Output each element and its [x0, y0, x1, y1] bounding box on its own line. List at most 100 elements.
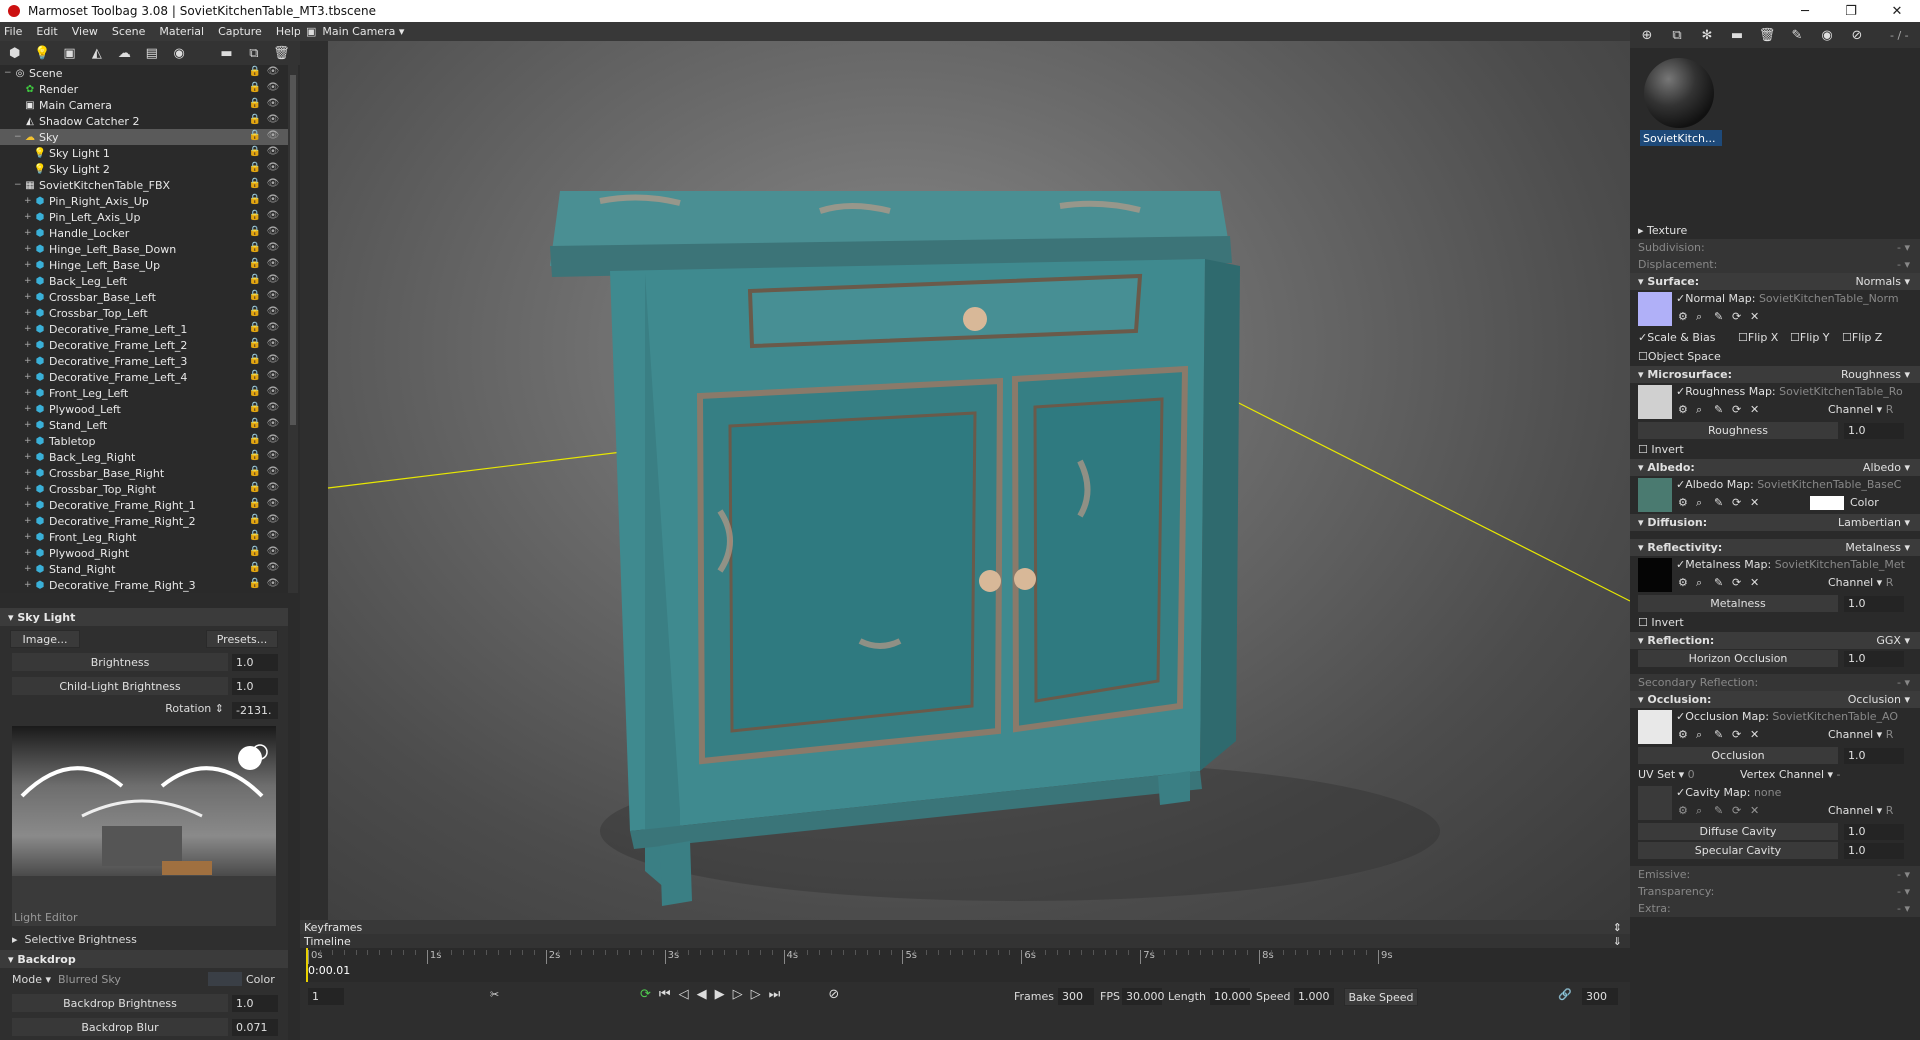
- expand-icon[interactable]: +: [24, 196, 34, 206]
- lock-icon[interactable]: 🔒: [248, 274, 262, 285]
- eye-icon[interactable]: 👁: [266, 418, 280, 429]
- eye-icon[interactable]: 👁: [266, 274, 280, 285]
- occlusion-slider[interactable]: Occlusion: [1638, 747, 1838, 764]
- expand-icon[interactable]: +: [24, 212, 34, 222]
- emissive-section[interactable]: Emissive: - ▾: [1630, 866, 1920, 883]
- transparency-section[interactable]: Transparency: - ▾: [1630, 883, 1920, 900]
- expand-icon[interactable]: +: [24, 452, 34, 462]
- outliner-item[interactable]: + ⬢ Crossbar_Top_Right 🔒 👁: [0, 481, 288, 497]
- cavity-map-swatch[interactable]: [1638, 786, 1672, 820]
- albedo-color-swatch[interactable]: [1810, 496, 1844, 510]
- frame-field[interactable]: 1: [308, 988, 344, 1005]
- expand-icon[interactable]: +: [24, 324, 34, 334]
- outliner-item[interactable]: 💡 Sky Light 1 🔒 👁: [0, 145, 288, 161]
- eye-icon[interactable]: 👁: [266, 546, 280, 557]
- backdrop-color-swatch[interactable]: [208, 972, 242, 986]
- child-light-brightness-value[interactable]: 1.0: [232, 678, 278, 695]
- gear-icon[interactable]: ⚙: [1678, 403, 1696, 417]
- lock-icon[interactable]: 🔒: [248, 178, 262, 189]
- expand-icon[interactable]: +: [24, 388, 34, 398]
- outliner-item[interactable]: + ⬢ Back_Leg_Left 🔒 👁: [0, 273, 288, 289]
- search-icon[interactable]: ⌕: [1696, 496, 1714, 510]
- outliner-item[interactable]: 💡 Sky Light 2 🔒 👁: [0, 161, 288, 177]
- prev-frame-icon[interactable]: ◀: [697, 987, 707, 1002]
- duplicate-material-icon[interactable]: ⧉: [1668, 26, 1686, 44]
- outliner-item[interactable]: ✿ Render 🔒 👁: [0, 81, 288, 97]
- outliner-item[interactable]: + ⬢ Plywood_Left 🔒 👁: [0, 401, 288, 417]
- uv-set-select[interactable]: UV Set ▾ 0: [1638, 768, 1695, 781]
- open-material-icon[interactable]: ▬: [1728, 26, 1746, 44]
- scrollbar-thumb[interactable]: [290, 75, 296, 425]
- outliner-item[interactable]: − ◎ Scene 🔒 👁: [0, 65, 288, 81]
- outliner-item[interactable]: + ⬢ Plywood_Right 🔒 👁: [0, 545, 288, 561]
- keyframes-toggle-icon[interactable]: ⇕: [1613, 921, 1622, 934]
- expand-icon[interactable]: −: [4, 68, 14, 78]
- outliner-item[interactable]: + ⬢ Hinge_Left_Base_Up 🔒 👁: [0, 257, 288, 273]
- secondary-reflection-section[interactable]: Secondary Reflection: - ▾: [1630, 674, 1920, 691]
- close-icon[interactable]: ✕: [1750, 728, 1768, 742]
- outliner-item[interactable]: + ⬢ Pin_Left_Axis_Up 🔒 👁: [0, 209, 288, 225]
- prev-key-icon[interactable]: ◁: [679, 987, 689, 1002]
- lock-icon[interactable]: 🔒: [248, 370, 262, 381]
- lock-icon[interactable]: 🔒: [248, 450, 262, 461]
- add-fog-icon[interactable]: ▤: [143, 44, 160, 62]
- sky-brightness-slider[interactable]: Brightness: [12, 653, 228, 671]
- pencil-icon[interactable]: ✎: [1714, 310, 1732, 324]
- playhead[interactable]: [306, 948, 308, 982]
- outliner-scrollbar[interactable]: [288, 65, 298, 593]
- expand-icon[interactable]: +: [24, 516, 34, 526]
- eye-icon[interactable]: 👁: [266, 130, 280, 141]
- eye-icon[interactable]: 👁: [266, 162, 280, 173]
- search-icon[interactable]: ⌕: [1696, 310, 1714, 324]
- close-icon[interactable]: ✕: [1750, 804, 1768, 818]
- lock-icon[interactable]: 🔒: [248, 130, 262, 141]
- expand-icon[interactable]: +: [24, 548, 34, 558]
- eye-icon[interactable]: 👁: [266, 82, 280, 93]
- eye-icon[interactable]: 👁: [266, 530, 280, 541]
- menu-help[interactable]: Help: [276, 25, 301, 38]
- lock-icon[interactable]: 🔒: [248, 162, 262, 173]
- add-camera-icon[interactable]: ▣: [61, 44, 78, 62]
- sky-presets-button[interactable]: Presets...: [206, 630, 278, 648]
- diffuse-cavity-slider[interactable]: Diffuse Cavity: [1638, 823, 1838, 840]
- eye-icon[interactable]: 👁: [266, 306, 280, 317]
- maximize-button[interactable]: ❐: [1828, 0, 1874, 22]
- extra-section[interactable]: Extra: - ▾: [1630, 900, 1920, 917]
- expand-icon[interactable]: −: [14, 180, 24, 190]
- eye-icon[interactable]: 👁: [266, 578, 280, 589]
- invert-checkbox[interactable]: ☐ Invert: [1638, 616, 1684, 629]
- pencil-icon[interactable]: ✎: [1714, 728, 1732, 742]
- lock-icon[interactable]: 🔒: [248, 434, 262, 445]
- menu-edit[interactable]: Edit: [36, 25, 57, 38]
- expand-icon[interactable]: +: [24, 276, 34, 286]
- expand-icon[interactable]: +: [24, 436, 34, 446]
- eye-icon[interactable]: 👁: [266, 514, 280, 525]
- outliner-item[interactable]: + ⬢ Decorative_Frame_Right_3 🔒 👁: [0, 577, 288, 593]
- expand-icon[interactable]: +: [24, 484, 34, 494]
- flip-z-checkbox[interactable]: ☐Flip Z: [1842, 331, 1882, 344]
- mode-value[interactable]: Blurred Sky: [58, 973, 121, 986]
- search-icon[interactable]: ⌕: [1696, 728, 1714, 742]
- eye-icon[interactable]: 👁: [266, 338, 280, 349]
- eye-icon[interactable]: 👁: [266, 322, 280, 333]
- flip-x-checkbox[interactable]: ☐Flip X: [1738, 331, 1778, 344]
- pencil-icon[interactable]: ✎: [1714, 576, 1732, 590]
- material-thumbnail[interactable]: SovietKitch...: [1640, 54, 1722, 154]
- refresh-icon[interactable]: ⟳: [1732, 403, 1750, 417]
- lock-icon[interactable]: 🔒: [248, 242, 262, 253]
- outliner-item[interactable]: + ⬢ Back_Leg_Right 🔒 👁: [0, 449, 288, 465]
- eye-icon[interactable]: 👁: [266, 98, 280, 109]
- eye-icon[interactable]: 👁: [266, 482, 280, 493]
- lock-icon[interactable]: 🔒: [248, 306, 262, 317]
- eye-icon[interactable]: 👁: [266, 434, 280, 445]
- close-button[interactable]: ✕: [1874, 0, 1920, 22]
- occlusion-map-swatch[interactable]: [1638, 710, 1672, 744]
- pencil-icon[interactable]: ✎: [1714, 804, 1732, 818]
- roughness-value[interactable]: 1.0: [1844, 422, 1904, 439]
- eye-icon[interactable]: 👁: [266, 178, 280, 189]
- eye-icon[interactable]: 👁: [266, 450, 280, 461]
- lock-icon[interactable]: 🔒: [248, 258, 262, 269]
- material-library-icon[interactable]: ✻: [1698, 26, 1716, 44]
- lock-icon[interactable]: 🔒: [248, 194, 262, 205]
- texture-section[interactable]: ▸ Texture: [1630, 222, 1920, 239]
